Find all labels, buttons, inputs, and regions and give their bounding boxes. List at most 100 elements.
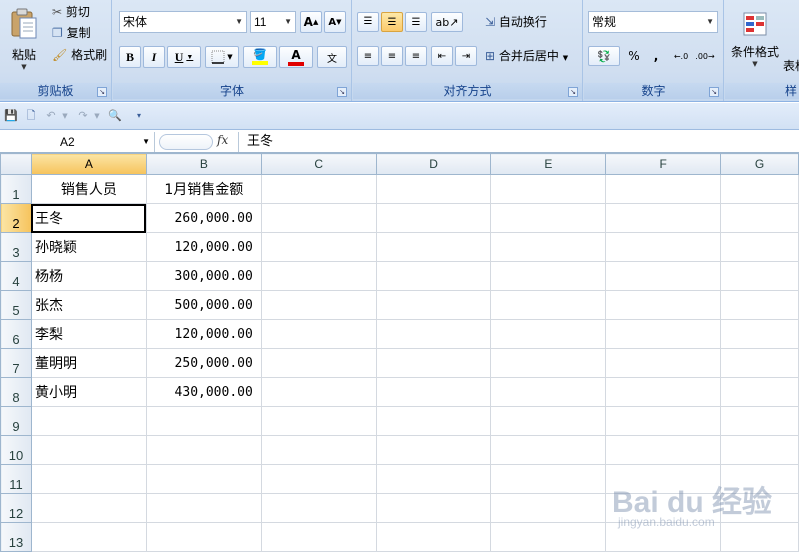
cell[interactable]: [720, 319, 799, 349]
cell[interactable]: [260, 232, 377, 262]
cell[interactable]: [605, 348, 722, 378]
cell[interactable]: [260, 290, 377, 320]
cell[interactable]: [260, 435, 377, 465]
row-header[interactable]: 11: [0, 464, 32, 494]
cell-a2-active[interactable]: 王冬: [30, 203, 147, 233]
cell[interactable]: [375, 522, 492, 552]
cell[interactable]: [260, 377, 377, 407]
cell[interactable]: [720, 261, 799, 291]
cell[interactable]: [605, 377, 722, 407]
cell[interactable]: [605, 290, 722, 320]
row-header[interactable]: 5: [0, 290, 32, 320]
cell[interactable]: [30, 522, 147, 552]
column-header-d[interactable]: D: [375, 153, 492, 175]
cell[interactable]: [260, 406, 377, 436]
cell[interactable]: [145, 406, 262, 436]
cell[interactable]: [260, 493, 377, 523]
new-document-icon[interactable]: 🗋: [24, 109, 38, 123]
cell[interactable]: [260, 203, 377, 233]
cell[interactable]: [605, 174, 722, 204]
conditional-format-button[interactable]: 条件格式 ▼: [727, 4, 783, 74]
column-header-g[interactable]: G: [720, 153, 799, 175]
cell[interactable]: [375, 464, 492, 494]
cell[interactable]: [720, 435, 799, 465]
cell-b8[interactable]: 430,000.00: [145, 377, 262, 407]
align-bottom-button[interactable]: ☰: [405, 12, 427, 32]
row-header[interactable]: 2: [0, 203, 32, 233]
cell[interactable]: [720, 377, 799, 407]
column-header-f[interactable]: F: [605, 153, 722, 175]
cell[interactable]: [30, 464, 147, 494]
cell[interactable]: [490, 493, 607, 523]
cell[interactable]: [145, 493, 262, 523]
cell[interactable]: [375, 406, 492, 436]
cell[interactable]: [490, 232, 607, 262]
cell[interactable]: [375, 232, 492, 262]
italic-button[interactable]: I: [143, 46, 165, 68]
orientation-button[interactable]: ab↗: [431, 12, 463, 32]
shrink-font-button[interactable]: A ▼: [324, 11, 346, 33]
redo-icon[interactable]: ↷: [76, 109, 90, 123]
save-icon[interactable]: 💾: [4, 109, 18, 123]
increase-decimal-button[interactable]: ←.0: [670, 46, 692, 66]
wrap-text-button[interactable]: ⇲ 自动换行: [485, 14, 547, 30]
cell[interactable]: [490, 406, 607, 436]
cell[interactable]: [720, 348, 799, 378]
cell[interactable]: [605, 203, 722, 233]
merge-center-button[interactable]: ⊞ 合并后居中 ▼: [485, 48, 568, 66]
cell[interactable]: [605, 232, 722, 262]
cell[interactable]: [490, 348, 607, 378]
row-header[interactable]: 8: [0, 377, 32, 407]
cell[interactable]: [720, 406, 799, 436]
dialog-launcher-icon[interactable]: ↘: [97, 87, 107, 97]
borders-button[interactable]: ▼: [205, 46, 239, 68]
name-box[interactable]: A2 ▼: [0, 132, 155, 152]
currency-button[interactable]: 💱: [588, 46, 620, 66]
paste-button[interactable]: 粘贴 ▼: [4, 4, 44, 74]
cell-a7[interactable]: 董明明: [30, 348, 147, 378]
cell-a3[interactable]: 孙晓颖: [30, 232, 147, 262]
cell[interactable]: [375, 377, 492, 407]
cell[interactable]: [260, 464, 377, 494]
number-format-combo[interactable]: 常规 ▼: [588, 11, 718, 33]
dialog-launcher-icon[interactable]: ↘: [337, 87, 347, 97]
column-header-e[interactable]: E: [490, 153, 607, 175]
cell[interactable]: [375, 319, 492, 349]
dialog-launcher-icon[interactable]: ↘: [568, 87, 578, 97]
cell[interactable]: [145, 464, 262, 494]
cell[interactable]: [375, 203, 492, 233]
font-size-combo[interactable]: 11 ▼: [250, 11, 296, 33]
cell[interactable]: [490, 290, 607, 320]
column-header-b[interactable]: B: [145, 153, 262, 175]
cell[interactable]: [145, 522, 262, 552]
cell[interactable]: [30, 493, 147, 523]
cell[interactable]: [260, 319, 377, 349]
cell[interactable]: [490, 435, 607, 465]
cell[interactable]: [720, 290, 799, 320]
cell-b1[interactable]: 1月销售金额: [145, 174, 262, 204]
cell-a1[interactable]: 销售人员: [30, 174, 147, 204]
font-color-button[interactable]: A: [279, 46, 313, 68]
cell[interactable]: [605, 406, 722, 436]
cut-button[interactable]: ✂ 剪切: [52, 4, 90, 20]
cell[interactable]: [605, 435, 722, 465]
select-all-corner[interactable]: [0, 153, 32, 175]
cell[interactable]: [490, 261, 607, 291]
comma-button[interactable]: ,: [646, 46, 666, 66]
align-right-button[interactable]: ≡: [405, 46, 427, 66]
cell[interactable]: [720, 203, 799, 233]
cell-b3[interactable]: 120,000.00: [145, 232, 262, 262]
font-name-combo[interactable]: 宋体 ▼: [119, 11, 247, 33]
cell-b4[interactable]: 300,000.00: [145, 261, 262, 291]
cell[interactable]: [490, 174, 607, 204]
undo-icon[interactable]: ↶: [44, 109, 58, 123]
cell[interactable]: [260, 261, 377, 291]
format-painter-button[interactable]: 🖌 格式刷: [52, 47, 107, 63]
row-header[interactable]: 9: [0, 406, 32, 436]
cell[interactable]: [720, 174, 799, 204]
cell[interactable]: [375, 435, 492, 465]
row-header[interactable]: 13: [0, 522, 32, 552]
cell-a4[interactable]: 杨杨: [30, 261, 147, 291]
row-header[interactable]: 12: [0, 493, 32, 523]
row-header[interactable]: 1: [0, 174, 32, 204]
